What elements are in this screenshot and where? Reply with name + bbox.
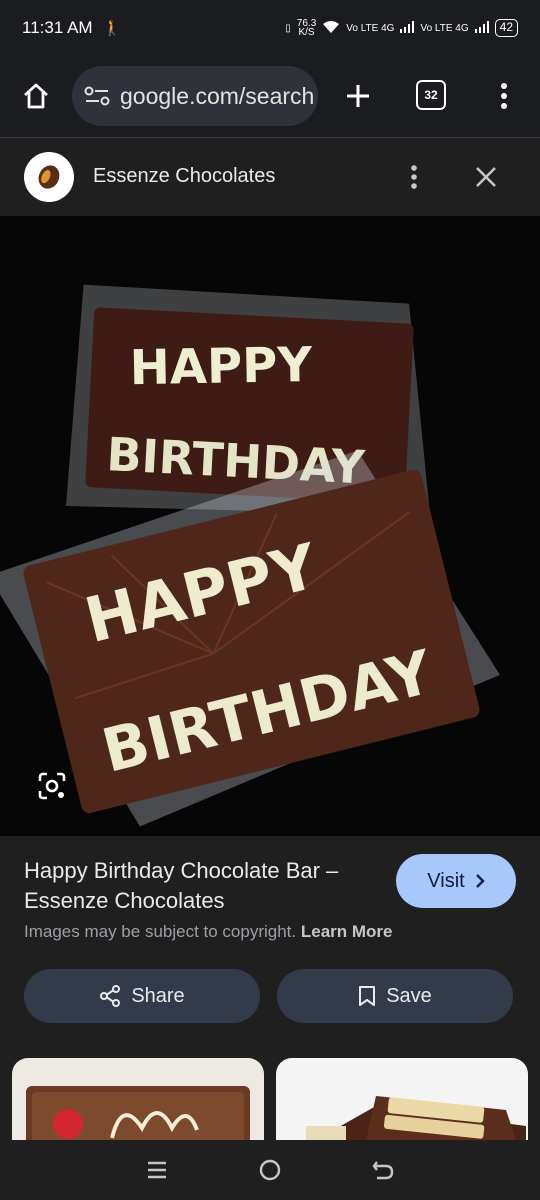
tab-switcher-button[interactable]: 32 — [416, 80, 446, 110]
back-button[interactable] — [363, 1150, 403, 1190]
main-image[interactable]: HAPPY BIRTHDAY HAPPY BIRTHDAY — [0, 216, 540, 836]
learn-more-link[interactable]: Learn More — [301, 922, 393, 941]
share-icon — [100, 985, 121, 1007]
chocolate-logo-icon — [38, 165, 60, 189]
related-image-1-graphic — [26, 1086, 250, 1140]
address-bar[interactable]: google.com/search — [72, 66, 318, 126]
battery-indicator: 42 — [494, 19, 518, 37]
recents-icon — [147, 1161, 166, 1179]
system-nav-bar — [0, 1140, 540, 1200]
save-button[interactable]: Save — [277, 969, 513, 1023]
copyright-notice: Images may be subject to copyright. Lear… — [24, 922, 393, 942]
home-icon — [24, 83, 48, 109]
circle-home-icon — [259, 1159, 281, 1181]
visit-button[interactable]: Visit — [396, 854, 516, 908]
plus-icon — [347, 85, 369, 107]
status-icons: ▯ 76.3 K/S Vo LTE 4G Vo LTE 4G 42 — [285, 18, 518, 38]
home-nav-button[interactable] — [250, 1150, 290, 1190]
signal-icon-2 — [474, 20, 489, 36]
related-image-2-graphic — [306, 1096, 526, 1140]
copyright-text: Images may be subject to copyright. — [24, 922, 297, 941]
related-image-1[interactable] — [12, 1058, 264, 1140]
image-info-panel: Happy Birthday Chocolate Bar – Essenze C… — [0, 836, 540, 1146]
status-time: 11:31 AM — [22, 18, 93, 37]
signal-icon — [400, 20, 415, 36]
recents-button[interactable] — [137, 1150, 177, 1190]
lens-icon — [38, 772, 66, 800]
chocolate-bars-image: HAPPY BIRTHDAY HAPPY BIRTHDAY — [0, 216, 540, 836]
back-bar-happy-text: HAPPY — [129, 337, 314, 396]
google-lens-button[interactable] — [32, 766, 72, 806]
close-button[interactable] — [470, 160, 502, 194]
wifi-icon — [322, 20, 340, 37]
share-button[interactable]: Share — [24, 969, 260, 1023]
more-vert-icon — [501, 83, 507, 109]
save-label: Save — [386, 984, 432, 1007]
status-bar: 11:31 AM 🚶 ▯ 76.3 K/S Vo LTE 4G Vo LTE 4… — [0, 0, 540, 56]
network-speed: 76.3 K/S — [296, 18, 317, 38]
share-label: Share — [131, 984, 185, 1007]
site-settings-icon[interactable] — [84, 85, 110, 107]
network-2: Vo LTE 4G — [420, 22, 469, 34]
network-1: Vo LTE 4G — [346, 22, 395, 34]
visit-label: Visit — [427, 869, 465, 892]
chevron-right-icon — [475, 874, 485, 888]
home-button[interactable] — [16, 76, 56, 116]
more-menu-button[interactable] — [492, 76, 516, 116]
close-icon — [476, 167, 496, 187]
related-image-2[interactable] — [276, 1058, 528, 1140]
bookmark-icon — [359, 986, 376, 1006]
vibrate-icon: ▯ — [285, 22, 291, 34]
source-logo[interactable] — [24, 152, 74, 202]
source-name[interactable]: Essenze Chocolates — [93, 165, 275, 188]
back-icon — [372, 1161, 394, 1180]
browser-toolbar: google.com/search 32 — [0, 56, 540, 138]
url-text: google.com/search — [120, 82, 315, 109]
image-title[interactable]: Happy Birthday Chocolate Bar – Essenze C… — [24, 856, 384, 916]
new-tab-button[interactable] — [338, 76, 378, 116]
walking-icon: 🚶 — [102, 20, 122, 37]
source-header: Essenze Chocolates — [0, 138, 540, 216]
source-more-button[interactable] — [402, 160, 426, 194]
more-vert-icon — [411, 165, 417, 189]
